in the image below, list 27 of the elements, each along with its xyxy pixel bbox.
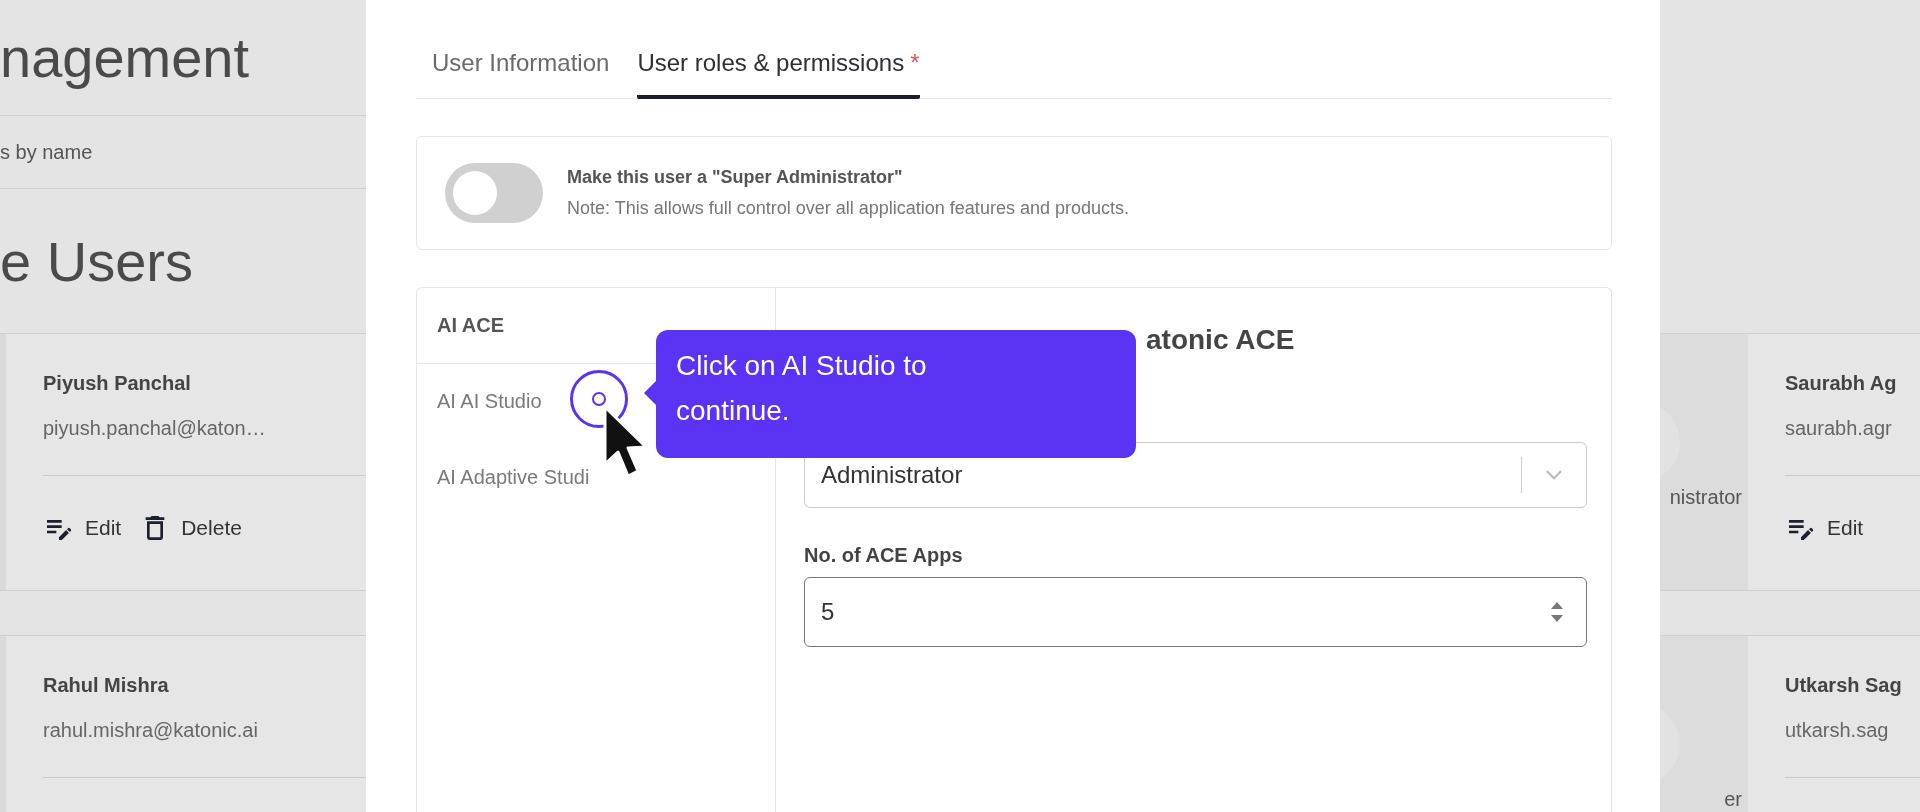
user-name: Rahul Mishra [43,674,170,697]
search-field[interactable]: s by name [0,140,93,164]
tab[interactable]: User roles & permissions * [637,49,920,99]
user-email: piyush.panchal@katon… [43,417,267,440]
super-admin-title: Make this user a "Super Administrator" [567,167,904,188]
delete-button[interactable]: Delete [139,512,242,544]
user-name: Piyush Panchal [43,372,192,395]
user-name: Saurabh Ag [1785,372,1898,395]
user-email: saurabh.agr [1785,417,1893,440]
super-admin-toggle[interactable] [445,163,543,223]
user-email: utkarsh.sag [1785,719,1890,742]
user-email: rahul.mishra@katonic.ai [43,719,259,742]
required-mark: * [910,49,920,76]
product-menu-item[interactable]: AI Adaptive Studi [417,440,775,516]
super-admin-note: Note: This allows full control over all application features and products. [567,198,1129,219]
user-role: er [1724,788,1742,811]
highlight-ring [570,370,628,428]
apps-number-field[interactable]: 5 [804,577,1587,647]
edit-button[interactable]: Edit [1785,512,1864,544]
edit-button[interactable]: Edit [43,512,122,544]
tab[interactable]: User Information [432,49,610,99]
section-title: e Users [0,228,193,294]
page-title: nagement [0,25,250,90]
field-label: No. of ACE Apps [804,544,964,567]
product-title: atonic ACE [1146,324,1295,356]
user-name: Utkarsh Sag [1785,674,1903,697]
user-role: nistrator [1669,486,1742,509]
